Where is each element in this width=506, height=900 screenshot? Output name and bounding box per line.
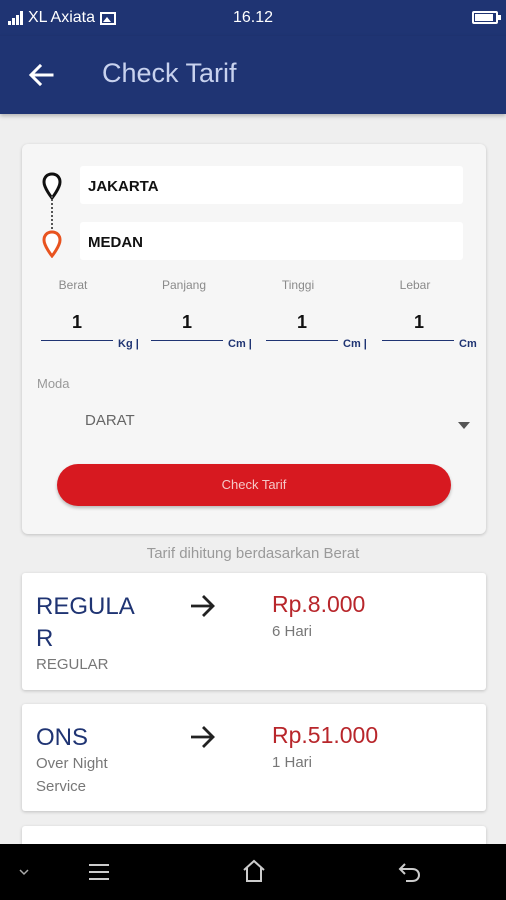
service-card-regular[interactable]: REGULA R REGULAR Rp.8.000 6 Hari bbox=[22, 573, 486, 690]
back-icon[interactable] bbox=[396, 861, 422, 883]
service-name: REGULA R bbox=[36, 593, 134, 652]
service-name: ONS bbox=[36, 724, 89, 751]
back-arrow-icon[interactable] bbox=[24, 58, 58, 92]
status-bar: XL Axiata 16.12 bbox=[0, 0, 506, 36]
moda-label: Moda bbox=[37, 376, 70, 391]
weight-unit: Kg | bbox=[118, 338, 139, 350]
destination-pin-icon bbox=[42, 230, 62, 258]
service-card-ons[interactable]: ONS Over Night Service Rp.51.000 1 Hari bbox=[22, 704, 486, 811]
length-input[interactable]: 1 bbox=[152, 312, 222, 333]
app-bar: Check Tarif bbox=[0, 36, 506, 114]
height-unit: Cm | bbox=[343, 338, 367, 350]
battery-icon bbox=[472, 11, 501, 24]
check-tarif-button[interactable]: Check Tarif bbox=[57, 464, 451, 506]
width-unit: Cm bbox=[459, 338, 477, 350]
length-label: Panjang bbox=[161, 278, 207, 292]
length-underline bbox=[151, 340, 223, 341]
weight-underline bbox=[41, 340, 113, 341]
width-underline bbox=[382, 340, 454, 341]
page-title: Check Tarif bbox=[102, 58, 237, 88]
right-arrow-icon bbox=[191, 726, 215, 748]
dropdown-arrow-icon[interactable] bbox=[458, 422, 470, 429]
service-description: Over Night Service bbox=[36, 755, 108, 795]
tariff-form-card: JAKARTA MEDAN Berat Panjang Tinggi Lebar… bbox=[22, 144, 486, 534]
menu-icon[interactable] bbox=[88, 862, 110, 882]
height-label: Tinggi bbox=[281, 278, 315, 292]
destination-input[interactable]: MEDAN bbox=[80, 222, 463, 260]
chevron-down-icon[interactable] bbox=[18, 868, 30, 876]
service-duration: 1 Hari bbox=[272, 754, 313, 771]
length-unit: Cm | bbox=[228, 338, 252, 350]
service-code: REGULAR bbox=[36, 656, 109, 673]
height-underline bbox=[266, 340, 338, 341]
right-arrow-icon bbox=[191, 595, 215, 617]
service-price: Rp.51.000 bbox=[272, 722, 379, 748]
battery-fill bbox=[475, 14, 493, 21]
service-price: Rp.8.000 bbox=[272, 591, 366, 617]
moda-select[interactable]: DARAT bbox=[85, 412, 135, 429]
status-time: 16.12 bbox=[232, 9, 274, 26]
width-input[interactable]: 1 bbox=[384, 312, 454, 333]
home-icon[interactable] bbox=[241, 858, 267, 884]
height-input[interactable]: 1 bbox=[267, 312, 337, 333]
tariff-note: Tarif dihitung berdasarkan Berat bbox=[146, 545, 360, 562]
origin-input[interactable]: JAKARTA bbox=[80, 166, 463, 204]
weight-label: Berat bbox=[58, 278, 88, 292]
weight-input[interactable]: 1 bbox=[42, 312, 112, 333]
width-label: Lebar bbox=[399, 278, 431, 292]
service-duration: 6 Hari bbox=[272, 623, 313, 640]
system-nav-bar bbox=[0, 844, 506, 900]
